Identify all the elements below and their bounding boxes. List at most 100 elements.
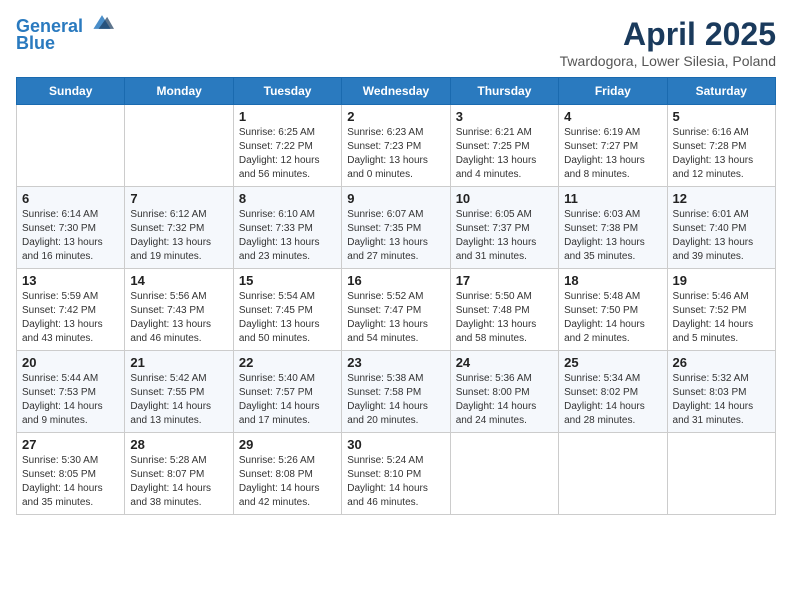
day-info: Sunrise: 5:54 AM Sunset: 7:45 PM Dayligh… — [239, 290, 336, 346]
calendar-week-row: 13Sunrise: 5:59 AM Sunset: 7:42 PM Dayli… — [17, 269, 776, 351]
day-info: Sunrise: 5:30 AM Sunset: 8:05 PM Dayligh… — [22, 454, 119, 510]
day-number: 2 — [347, 109, 444, 124]
day-number: 4 — [564, 109, 661, 124]
day-info: Sunrise: 6:05 AM Sunset: 7:37 PM Dayligh… — [456, 208, 553, 264]
calendar-cell: 6 Sunrise: 6:14 AM Sunset: 7:30 PM Daylig… — [17, 187, 125, 269]
calendar-cell — [17, 105, 125, 187]
day-info: Sunrise: 6:23 AM Sunset: 7:23 PM Dayligh… — [347, 126, 444, 182]
calendar-cell: 22 Sunrise: 5:40 AM Sunset: 7:57 PM Dayli… — [233, 351, 341, 433]
day-info: Sunrise: 5:38 AM Sunset: 7:58 PM Dayligh… — [347, 372, 444, 428]
day-info: Sunrise: 5:32 AM Sunset: 8:03 PM Dayligh… — [673, 372, 770, 428]
day-info: Sunrise: 6:19 AM Sunset: 7:27 PM Dayligh… — [564, 126, 661, 182]
day-info: Sunrise: 6:01 AM Sunset: 7:40 PM Dayligh… — [673, 208, 770, 264]
calendar-cell: 17 Sunrise: 5:50 AM Sunset: 7:48 PM Dayli… — [450, 269, 558, 351]
calendar-cell: 18 Sunrise: 5:48 AM Sunset: 7:50 PM Dayli… — [559, 269, 667, 351]
day-number: 1 — [239, 109, 336, 124]
calendar-cell: 13Sunrise: 5:59 AM Sunset: 7:42 PM Dayli… — [17, 269, 125, 351]
day-number: 12 — [673, 191, 770, 206]
calendar-cell: 27 Sunrise: 5:30 AM Sunset: 8:05 PM Dayli… — [17, 433, 125, 515]
day-info: Sunrise: 5:48 AM Sunset: 7:50 PM Dayligh… — [564, 290, 661, 346]
calendar-week-row: 27 Sunrise: 5:30 AM Sunset: 8:05 PM Dayli… — [17, 433, 776, 515]
calendar-cell — [125, 105, 233, 187]
calendar-cell: 11 Sunrise: 6:03 AM Sunset: 7:38 PM Dayli… — [559, 187, 667, 269]
day-info: Sunrise: 6:10 AM Sunset: 7:33 PM Dayligh… — [239, 208, 336, 264]
calendar-day-header: Saturday — [667, 78, 775, 105]
calendar-day-header: Thursday — [450, 78, 558, 105]
day-number: 23 — [347, 355, 444, 370]
calendar-cell: 10 Sunrise: 6:05 AM Sunset: 7:37 PM Dayli… — [450, 187, 558, 269]
calendar-cell: 7 Sunrise: 6:12 AM Sunset: 7:32 PM Daylig… — [125, 187, 233, 269]
day-number: 18 — [564, 273, 661, 288]
month-title: April 2025 — [560, 16, 776, 53]
calendar-cell: 19 Sunrise: 5:46 AM Sunset: 7:52 PM Dayli… — [667, 269, 775, 351]
day-info: Sunrise: 6:14 AM Sunset: 7:30 PM Dayligh… — [22, 208, 119, 264]
day-number: 20 — [22, 355, 119, 370]
day-info: Sunrise: 6:12 AM Sunset: 7:32 PM Dayligh… — [130, 208, 227, 264]
day-number: 24 — [456, 355, 553, 370]
day-info: Sunrise: 5:56 AM Sunset: 7:43 PM Dayligh… — [130, 290, 227, 346]
calendar-cell — [667, 433, 775, 515]
day-number: 19 — [673, 273, 770, 288]
day-info: Sunrise: 6:07 AM Sunset: 7:35 PM Dayligh… — [347, 208, 444, 264]
calendar-cell: 26Sunrise: 5:32 AM Sunset: 8:03 PM Dayli… — [667, 351, 775, 433]
day-number: 21 — [130, 355, 227, 370]
calendar-cell: 28 Sunrise: 5:28 AM Sunset: 8:07 PM Dayli… — [125, 433, 233, 515]
calendar-day-header: Friday — [559, 78, 667, 105]
location: Twardogora, Lower Silesia, Poland — [560, 53, 776, 69]
calendar-cell: 20 Sunrise: 5:44 AM Sunset: 7:53 PM Dayli… — [17, 351, 125, 433]
day-number: 22 — [239, 355, 336, 370]
calendar-day-header: Wednesday — [342, 78, 450, 105]
day-number: 9 — [347, 191, 444, 206]
day-info: Sunrise: 5:36 AM Sunset: 8:00 PM Dayligh… — [456, 372, 553, 428]
day-number: 25 — [564, 355, 661, 370]
calendar-week-row: 1 Sunrise: 6:25 AM Sunset: 7:22 PM Daylig… — [17, 105, 776, 187]
day-info: Sunrise: 5:26 AM Sunset: 8:08 PM Dayligh… — [239, 454, 336, 510]
day-info: Sunrise: 6:03 AM Sunset: 7:38 PM Dayligh… — [564, 208, 661, 264]
calendar-cell: 24 Sunrise: 5:36 AM Sunset: 8:00 PM Dayli… — [450, 351, 558, 433]
day-info: Sunrise: 5:40 AM Sunset: 7:57 PM Dayligh… — [239, 372, 336, 428]
day-number: 3 — [456, 109, 553, 124]
day-number: 28 — [130, 437, 227, 452]
calendar-cell: 16Sunrise: 5:52 AM Sunset: 7:47 PM Dayli… — [342, 269, 450, 351]
title-section: April 2025 Twardogora, Lower Silesia, Po… — [560, 16, 776, 69]
day-number: 29 — [239, 437, 336, 452]
day-number: 11 — [564, 191, 661, 206]
day-info: Sunrise: 5:34 AM Sunset: 8:02 PM Dayligh… — [564, 372, 661, 428]
day-info: Sunrise: 5:46 AM Sunset: 7:52 PM Dayligh… — [673, 290, 770, 346]
calendar-cell: 15Sunrise: 5:54 AM Sunset: 7:45 PM Dayli… — [233, 269, 341, 351]
day-number: 13 — [22, 273, 119, 288]
calendar-cell — [559, 433, 667, 515]
day-number: 14 — [130, 273, 227, 288]
day-number: 7 — [130, 191, 227, 206]
day-info: Sunrise: 6:16 AM Sunset: 7:28 PM Dayligh… — [673, 126, 770, 182]
day-number: 10 — [456, 191, 553, 206]
calendar-cell: 8 Sunrise: 6:10 AM Sunset: 7:33 PM Daylig… — [233, 187, 341, 269]
day-number: 30 — [347, 437, 444, 452]
day-info: Sunrise: 5:28 AM Sunset: 8:07 PM Dayligh… — [130, 454, 227, 510]
day-number: 6 — [22, 191, 119, 206]
page-header: General Blue April 2025 Twardogora, Lowe… — [16, 16, 776, 69]
calendar-cell: 5 Sunrise: 6:16 AM Sunset: 7:28 PM Daylig… — [667, 105, 775, 187]
calendar-cell: 12 Sunrise: 6:01 AM Sunset: 7:40 PM Dayli… — [667, 187, 775, 269]
calendar-cell: 9 Sunrise: 6:07 AM Sunset: 7:35 PM Daylig… — [342, 187, 450, 269]
calendar-cell: 29 Sunrise: 5:26 AM Sunset: 8:08 PM Dayli… — [233, 433, 341, 515]
calendar-cell: 3 Sunrise: 6:21 AM Sunset: 7:25 PM Daylig… — [450, 105, 558, 187]
day-number: 27 — [22, 437, 119, 452]
day-info: Sunrise: 6:25 AM Sunset: 7:22 PM Dayligh… — [239, 126, 336, 182]
day-number: 17 — [456, 273, 553, 288]
day-info: Sunrise: 5:50 AM Sunset: 7:48 PM Dayligh… — [456, 290, 553, 346]
day-info: Sunrise: 6:21 AM Sunset: 7:25 PM Dayligh… — [456, 126, 553, 182]
day-info: Sunrise: 5:42 AM Sunset: 7:55 PM Dayligh… — [130, 372, 227, 428]
calendar-header-row: SundayMondayTuesdayWednesdayThursdayFrid… — [17, 78, 776, 105]
day-info: Sunrise: 5:24 AM Sunset: 8:10 PM Dayligh… — [347, 454, 444, 510]
day-number: 8 — [239, 191, 336, 206]
calendar-cell: 4 Sunrise: 6:19 AM Sunset: 7:27 PM Daylig… — [559, 105, 667, 187]
logo-icon — [90, 12, 114, 32]
calendar-cell: 30 Sunrise: 5:24 AM Sunset: 8:10 PM Dayli… — [342, 433, 450, 515]
day-number: 5 — [673, 109, 770, 124]
logo: General Blue — [16, 16, 114, 54]
calendar-day-header: Tuesday — [233, 78, 341, 105]
calendar-cell: 21 Sunrise: 5:42 AM Sunset: 7:55 PM Dayli… — [125, 351, 233, 433]
day-info: Sunrise: 5:44 AM Sunset: 7:53 PM Dayligh… — [22, 372, 119, 428]
day-number: 16 — [347, 273, 444, 288]
